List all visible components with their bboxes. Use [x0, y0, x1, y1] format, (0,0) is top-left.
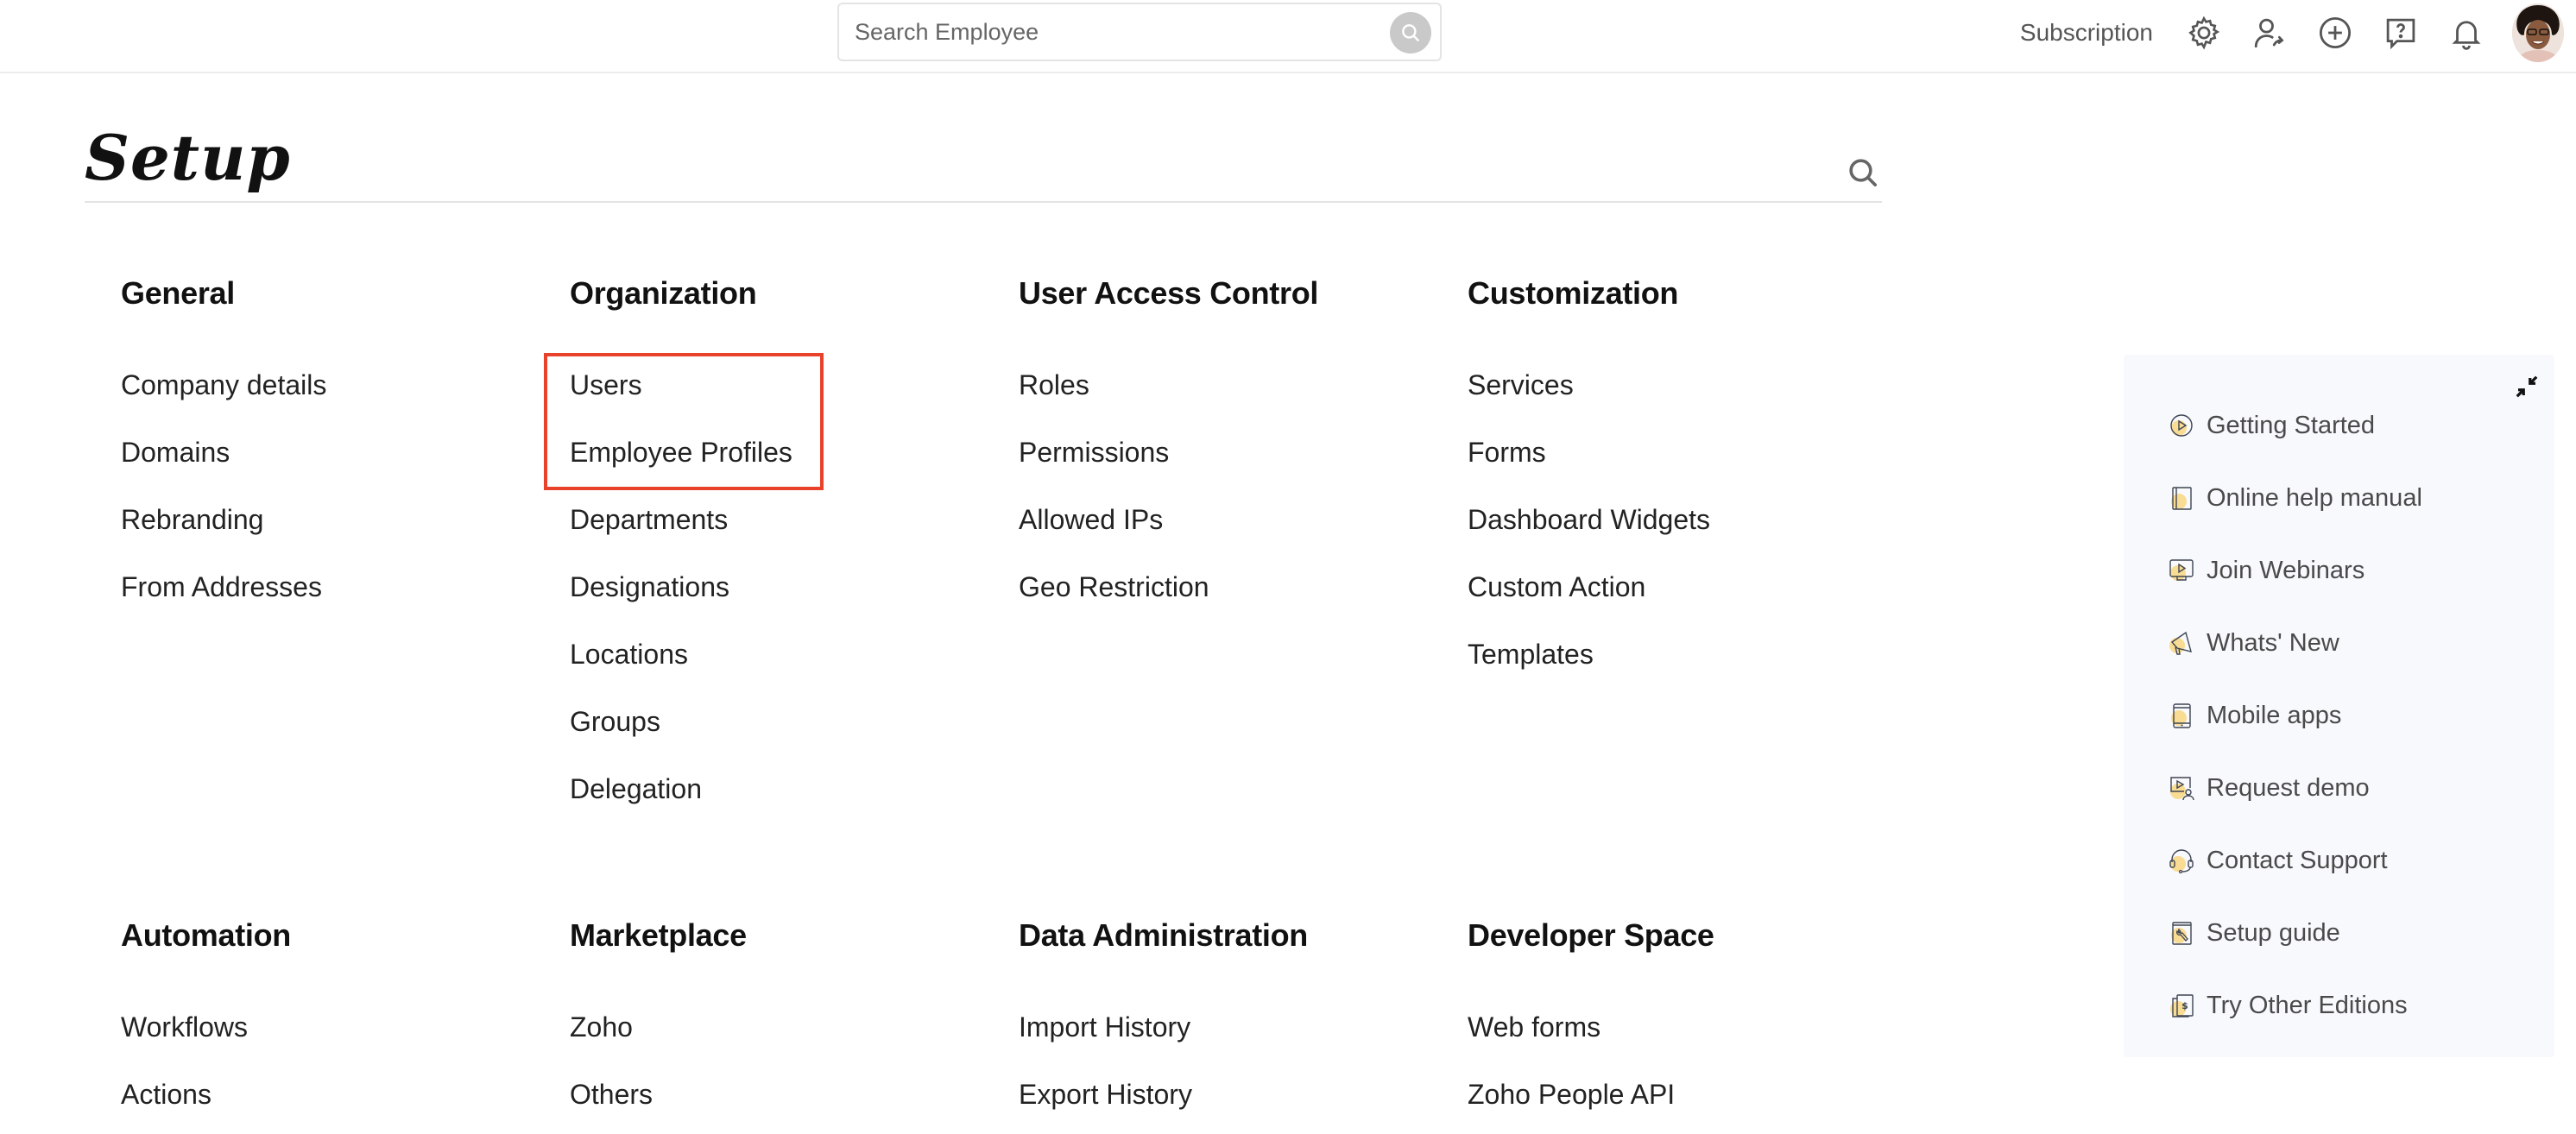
link-custom-action[interactable]: Custom Action	[1468, 565, 1710, 633]
help-item-label: Contact Support	[2207, 846, 2388, 874]
help-item-online-help-manual[interactable]: Online help manual	[2169, 462, 2422, 534]
section-user-access-control: User Access Control Roles Permissions Al…	[1019, 271, 1318, 633]
help-item-join-webinars[interactable]: Join Webinars	[2169, 534, 2422, 607]
link-designations[interactable]: Designations	[570, 565, 792, 633]
link-permissions[interactable]: Permissions	[1019, 431, 1318, 498]
title-divider	[85, 201, 1882, 203]
section-title: Organization	[570, 275, 757, 311]
help-item-label: Request demo	[2207, 773, 2370, 802]
link-delegation[interactable]: Delegation	[570, 767, 792, 835]
user-switch-icon	[2254, 18, 2284, 47]
help-button[interactable]	[2381, 13, 2421, 53]
headset-icon	[2169, 849, 2194, 873]
settings-button[interactable]	[2184, 13, 2224, 53]
section-general: General Company details Domains Rebrandi…	[121, 271, 326, 633]
section-title: Data Administration	[1019, 917, 1308, 953]
notification-bell-icon	[2452, 20, 2481, 50]
help-item-contact-support[interactable]: Contact Support	[2169, 824, 2422, 897]
help-list: Getting Started Online help manual Join …	[2169, 389, 2422, 1042]
link-actions[interactable]: Actions	[121, 1073, 291, 1134]
employee-search-input[interactable]	[855, 4, 1355, 60]
link-roles[interactable]: Roles	[1019, 363, 1318, 431]
page-title: Setup	[85, 121, 291, 194]
section-customization: Customization Services Forms Dashboard W…	[1468, 271, 1710, 700]
section-marketplace: Marketplace Zoho Others	[570, 913, 747, 1134]
link-forms[interactable]: Forms	[1468, 431, 1710, 498]
settings-icon	[2188, 16, 2220, 50]
search-icon	[1402, 24, 1419, 41]
top-right-actions: Subscription	[2020, 0, 2576, 65]
setup-search-button[interactable]	[1846, 155, 1880, 190]
subscription-link[interactable]: Subscription	[2020, 19, 2153, 47]
add-button[interactable]	[2315, 13, 2355, 53]
setup-guide-icon	[2171, 922, 2192, 945]
collapse-panel-button[interactable]	[2514, 374, 2540, 400]
section-title: Customization	[1468, 275, 1679, 311]
section-organization: Organization Users Employee Profiles Dep…	[570, 271, 792, 835]
section-title: Automation	[121, 917, 291, 953]
section-title: User Access Control	[1019, 275, 1319, 311]
avatar-image	[2512, 3, 2564, 62]
link-others[interactable]: Others	[570, 1073, 747, 1134]
link-groups[interactable]: Groups	[570, 700, 792, 767]
link-templates[interactable]: Templates	[1468, 633, 1710, 700]
monitor-play-icon	[2169, 559, 2194, 581]
link-web-forms[interactable]: Web forms	[1468, 1005, 1714, 1073]
collapse-icon	[2516, 375, 2538, 398]
section-data-administration: Data Administration Import History Expor…	[1019, 913, 1308, 1134]
svg-text:$: $	[2181, 1000, 2188, 1011]
link-allowed-ips[interactable]: Allowed IPs	[1019, 498, 1318, 565]
link-rebranding[interactable]: Rebranding	[121, 498, 326, 565]
link-employee-profiles[interactable]: Employee Profiles	[570, 431, 792, 498]
section-developer-space: Developer Space Web forms Zoho People AP…	[1468, 913, 1714, 1134]
link-from-addresses[interactable]: From Addresses	[121, 565, 326, 633]
employee-search	[837, 3, 1442, 61]
help-item-label: Setup guide	[2207, 918, 2340, 947]
help-icon	[2386, 18, 2415, 49]
help-item-setup-guide[interactable]: Setup guide	[2169, 897, 2422, 969]
link-zoho-people-api[interactable]: Zoho People API	[1468, 1073, 1714, 1134]
section-title: General	[121, 275, 235, 311]
notifications-button[interactable]	[2447, 13, 2486, 53]
link-services[interactable]: Services	[1468, 363, 1710, 431]
demo-presenter-icon	[2170, 777, 2194, 801]
help-item-try-other-editions[interactable]: $ Try Other Editions	[2169, 969, 2422, 1042]
play-circle-icon	[2170, 414, 2193, 437]
search-icon	[1849, 159, 1877, 187]
add-icon	[2319, 16, 2352, 48]
help-item-getting-started[interactable]: Getting Started	[2169, 389, 2422, 462]
link-workflows[interactable]: Workflows	[121, 1005, 291, 1073]
help-item-whats-new[interactable]: Whats' New	[2169, 607, 2422, 679]
help-item-request-demo[interactable]: Request demo	[2169, 752, 2422, 824]
help-item-mobile-apps[interactable]: Mobile apps	[2169, 679, 2422, 752]
user-avatar[interactable]	[2512, 3, 2564, 62]
book-icon	[2171, 487, 2192, 510]
link-domains[interactable]: Domains	[121, 431, 326, 498]
mobile-icon	[2171, 703, 2191, 728]
help-item-label: Join Webinars	[2207, 556, 2365, 584]
help-item-label: Getting Started	[2207, 411, 2376, 439]
section-title: Developer Space	[1468, 917, 1714, 953]
help-item-label: Online help manual	[2207, 483, 2422, 512]
link-export-history[interactable]: Export History	[1019, 1073, 1308, 1134]
editions-icon: $	[2170, 994, 2194, 1017]
help-item-label: Mobile apps	[2207, 701, 2342, 729]
section-automation: Automation Workflows Actions	[121, 913, 291, 1134]
link-users[interactable]: Users	[570, 363, 792, 431]
top-bar: Subscription	[0, 0, 2576, 73]
help-panel: Getting Started Online help manual Join …	[2124, 355, 2554, 1057]
link-import-history[interactable]: Import History	[1019, 1005, 1308, 1073]
section-title: Marketplace	[570, 917, 747, 953]
link-company-details[interactable]: Company details	[121, 363, 326, 431]
user-switch-button[interactable]	[2250, 13, 2289, 53]
search-button[interactable]	[1390, 12, 1431, 54]
link-dashboard-widgets[interactable]: Dashboard Widgets	[1468, 498, 1710, 565]
link-zoho[interactable]: Zoho	[570, 1005, 747, 1073]
link-geo-restriction[interactable]: Geo Restriction	[1019, 565, 1318, 633]
help-item-label: Try Other Editions	[2207, 991, 2408, 1019]
help-item-label: Whats' New	[2207, 628, 2339, 657]
megaphone-icon	[2169, 631, 2192, 655]
link-locations[interactable]: Locations	[570, 633, 792, 700]
link-departments[interactable]: Departments	[570, 498, 792, 565]
